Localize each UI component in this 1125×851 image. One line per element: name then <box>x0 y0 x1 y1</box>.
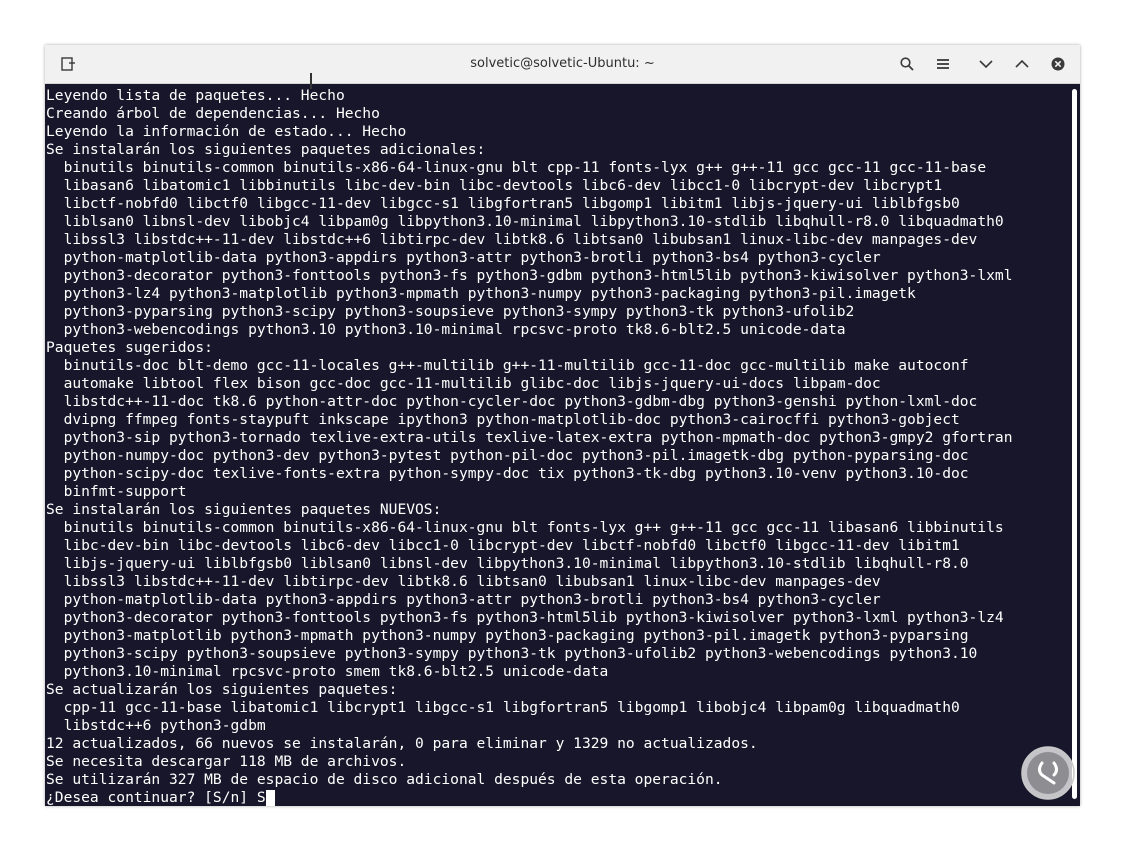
terminal-line: python3-lz4 python3-matplotlib python3-m… <box>46 285 916 302</box>
terminal-line: python3-decorator python3-fonttools pyth… <box>46 609 1004 626</box>
terminal-line: liblsan0 libnsl-dev libobjc4 libpam0g li… <box>46 213 1004 230</box>
scrollbar[interactable] <box>1072 89 1077 799</box>
terminal-window: solvetic@solvetic-Ubuntu: ~ Leyendo list… <box>45 45 1080 806</box>
terminal-line: libctf-nobfd0 libctf0 libgcc-11-dev libg… <box>46 195 960 212</box>
terminal-line: binfmt-support <box>46 483 187 500</box>
terminal-line: libc-dev-bin libc-devtools libc6-dev lib… <box>46 537 960 554</box>
terminal-line: python-matplotlib-data python3-appdirs p… <box>46 249 881 266</box>
search-icon[interactable] <box>894 51 920 77</box>
prompt-text: ¿Desea continuar? [S/n] S <box>46 789 266 806</box>
terminal-line: python3-scipy python3-soupsieve python3-… <box>46 645 978 662</box>
terminal-line: python3-matplotlib python3-mpmath python… <box>46 627 969 644</box>
terminal-line: cpp-11 gcc-11-base libatomic1 libcrypt1 … <box>46 699 960 716</box>
terminal-output[interactable]: Leyendo lista de paquetes... Hecho Creand… <box>45 84 1070 806</box>
terminal-line: Se necesita descargar 118 MB de archivos… <box>46 753 407 770</box>
prompt-line[interactable]: ¿Desea continuar? [S/n] S <box>46 789 1070 806</box>
title-bar[interactable]: solvetic@solvetic-Ubuntu: ~ <box>45 45 1080 84</box>
watermark-logo-icon <box>1021 746 1075 800</box>
terminal-line: libstdc++6 python3-gdbm <box>46 717 266 734</box>
terminal-line: Creando árbol de dependencias... Hecho <box>46 105 380 122</box>
terminal-line: Paquetes sugeridos: <box>46 339 213 356</box>
new-tab-icon[interactable] <box>55 51 81 77</box>
terminal-line: python3-webencodings python3.10 python3.… <box>46 321 846 338</box>
terminal-line: Se actualizarán los siguientes paquetes: <box>46 681 398 698</box>
terminal-line: python3-pyparsing python3-scipy python3-… <box>46 303 855 320</box>
window-title: solvetic@solvetic-Ubuntu: ~ <box>470 56 655 71</box>
terminal-line: Leyendo la información de estado... Hech… <box>46 123 407 140</box>
terminal-line: libasan6 libatomic1 libbinutils libc-dev… <box>46 177 943 194</box>
terminal-line: binutils-doc blt-demo gcc-11-locales g++… <box>46 357 969 374</box>
terminal-line: python3-decorator python3-fonttools pyth… <box>46 267 1013 284</box>
terminal-line: binutils binutils-common binutils-x86-64… <box>46 159 987 176</box>
text-cursor <box>265 790 275 806</box>
terminal-line: binutils binutils-common binutils-x86-64… <box>46 519 1004 536</box>
chevron-up-icon[interactable] <box>1009 51 1035 77</box>
terminal-line: 12 actualizados, 66 nuevos se instalarán… <box>46 735 758 752</box>
terminal-line: automake libtool flex bison gcc-doc gcc-… <box>46 375 881 392</box>
terminal-line: python3.10-minimal rpcsvc-proto smem tk8… <box>46 663 609 680</box>
hamburger-menu-icon[interactable] <box>930 51 956 77</box>
terminal-line: Se instalarán los siguientes paquetes ad… <box>46 141 486 158</box>
terminal-line: python-matplotlib-data python3-appdirs p… <box>46 591 881 608</box>
close-icon[interactable] <box>1045 51 1071 77</box>
terminal-line: Se instalarán los siguientes paquetes NU… <box>46 501 442 518</box>
terminal-line: python-scipy-doc texlive-fonts-extra pyt… <box>46 465 969 482</box>
terminal-line: python3-sip python3-tornado texlive-extr… <box>46 429 1013 446</box>
chevron-down-icon[interactable] <box>973 51 999 77</box>
text-cursor-pointer-icon <box>310 73 312 89</box>
terminal-line: python-numpy-doc python3-dev python3-pyt… <box>46 447 969 464</box>
terminal-line: libssl3 libstdc++-11-dev libstdc++6 libt… <box>46 231 978 248</box>
terminal-line: dvipng ffmpeg fonts-staypuft inkscape ip… <box>46 411 960 428</box>
terminal-line: libstdc++-11-doc tk8.6 python-attr-doc p… <box>46 393 978 410</box>
terminal-line: Leyendo lista de paquetes... Hecho <box>46 87 345 104</box>
terminal-line: Se utilizarán 327 MB de espacio de disco… <box>46 771 723 788</box>
terminal-line: libssl3 libstdc++-11-dev libtirpc-dev li… <box>46 573 881 590</box>
terminal-line: libjs-jquery-ui liblbfgsb0 liblsan0 libn… <box>46 555 969 572</box>
